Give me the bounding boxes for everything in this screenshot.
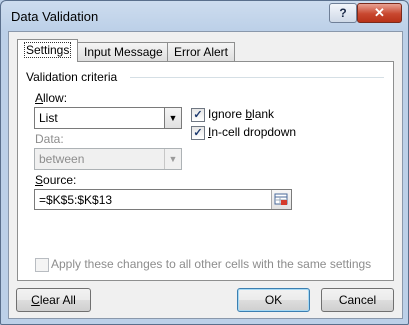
checkmark-icon: ✓ <box>193 127 203 139</box>
tab-input-message[interactable]: Input Message <box>77 42 170 61</box>
apply-all-checkbox <box>35 258 49 272</box>
chevron-down-icon[interactable]: ▼ <box>164 108 181 128</box>
clear-all-button[interactable]: Clear All <box>16 288 91 312</box>
ok-label: OK <box>264 293 283 307</box>
cancel-button[interactable]: Cancel <box>321 288 394 312</box>
title-bar[interactable]: Data Validation ? ✕ <box>1 1 408 31</box>
in-cell-dropdown-checkbox[interactable]: ✓ <box>191 126 205 140</box>
tab-settings[interactable]: Settings <box>17 39 79 62</box>
dialog-body: Settings Input Message Error Alert Valid… <box>8 31 403 319</box>
help-icon: ? <box>339 6 347 20</box>
range-select-icon <box>274 193 288 205</box>
validation-criteria-label: Validation criteria <box>26 70 118 84</box>
settings-panel: Validation criteria Allow: List ▼ ✓ Igno… <box>17 61 394 281</box>
window-title: Data Validation <box>11 9 99 24</box>
close-button[interactable]: ✕ <box>357 3 402 23</box>
source-label: Source: <box>35 173 77 187</box>
allow-label: Allow: <box>35 91 68 105</box>
chevron-down-icon: ▼ <box>164 149 181 169</box>
source-value: =$K$5:$K$13 <box>39 193 113 207</box>
data-dropdown: between ▼ <box>34 148 182 170</box>
range-select-button[interactable] <box>271 190 291 209</box>
data-label: Data: <box>35 132 64 146</box>
data-value: between <box>39 152 85 166</box>
in-cell-dropdown-label[interactable]: In-cell dropdown <box>208 125 296 139</box>
data-validation-dialog: Data Validation ? ✕ Settings Input Messa… <box>0 0 409 325</box>
ok-button[interactable]: OK <box>237 288 310 312</box>
help-button[interactable]: ? <box>329 3 357 23</box>
close-icon: ✕ <box>374 5 385 20</box>
group-divider <box>130 77 384 78</box>
allow-value: List <box>39 111 58 125</box>
ignore-blank-checkbox[interactable]: ✓ <box>191 108 205 122</box>
tab-error-alert[interactable]: Error Alert <box>167 42 236 61</box>
cancel-label: Cancel <box>338 293 377 307</box>
source-input[interactable]: =$K$5:$K$13 <box>34 189 292 210</box>
allow-dropdown[interactable]: List ▼ <box>34 107 182 129</box>
ignore-blank-label[interactable]: Ignore blank <box>208 107 274 121</box>
clear-all-label: Clear All <box>31 293 76 307</box>
checkmark-icon: ✓ <box>193 109 203 121</box>
apply-all-label: Apply these changes to all other cells w… <box>51 257 372 271</box>
